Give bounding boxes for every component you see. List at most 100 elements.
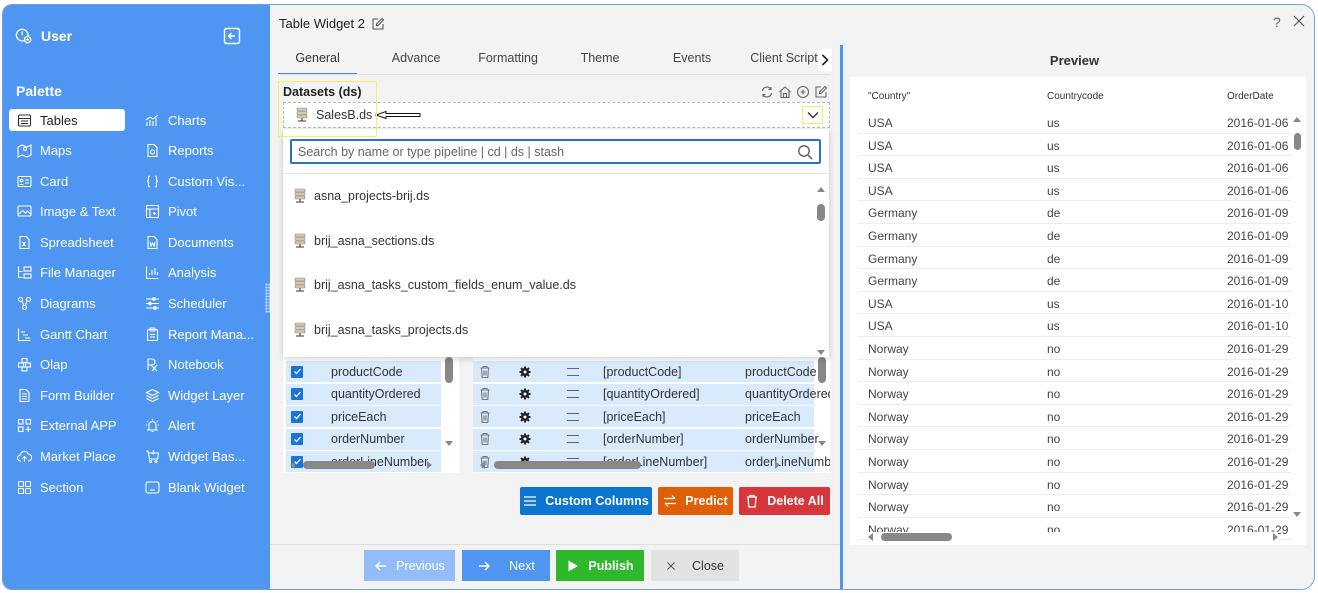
column-header[interactable]: Countrycode	[1047, 91, 1104, 102]
tabs-scroll-right-button[interactable]	[818, 49, 832, 71]
scroll-up-icon[interactable]	[1293, 117, 1301, 122]
table-row[interactable]: Norway no 2016-01-29	[858, 495, 1291, 518]
tab-advance[interactable]: Advance	[370, 45, 462, 75]
sidebar-item-widget-layer[interactable]: Widget Layer	[137, 384, 263, 406]
columns-vscrollbar[interactable]	[817, 357, 827, 455]
collapse-sidebar-icon[interactable]	[223, 27, 241, 45]
scroll-right-icon[interactable]	[1273, 533, 1278, 541]
search-icon[interactable]	[797, 144, 813, 160]
trash-icon[interactable]	[479, 410, 491, 424]
custom-columns-button[interactable]: Custom Columns	[520, 487, 652, 515]
sidebar-item-notebook[interactable]: Notebook	[137, 354, 263, 376]
sidebar-item-reports[interactable]: Reports	[137, 140, 263, 162]
sidebar-item-scheduler[interactable]: Scheduler	[137, 293, 263, 315]
column-checkbox[interactable]	[291, 365, 303, 378]
dataset-search-input[interactable]	[292, 144, 797, 159]
dropdown-scrollbar[interactable]	[816, 187, 826, 355]
column-checkbox[interactable]	[291, 433, 303, 445]
sidebar-item-tables[interactable]: Tables	[9, 109, 125, 131]
table-row[interactable]: USA us 2016-01-06	[858, 134, 1291, 157]
gear-icon[interactable]	[519, 388, 531, 400]
sidebar-item-section[interactable]: Section	[9, 476, 137, 498]
delete-all-button[interactable]: Delete All	[739, 487, 830, 515]
table-row[interactable]: Norway no 2016-01-29	[858, 427, 1291, 450]
help-button[interactable]: ?	[1273, 14, 1281, 30]
sidebar-item-file-manager[interactable]: File Manager	[9, 262, 137, 284]
predict-button[interactable]: Predict	[658, 487, 733, 515]
column-list-item[interactable]: quantityOrdered	[286, 383, 441, 405]
publish-button[interactable]: Publish	[556, 550, 644, 581]
sidebar-item-form-builder[interactable]: Form Builder	[9, 384, 137, 406]
scroll-left-icon[interactable]	[290, 461, 295, 469]
sidebar-item-market-place[interactable]: Market Place	[9, 446, 137, 468]
table-row[interactable]: USA us 2016-01-06	[858, 111, 1291, 134]
close-dialog-icon[interactable]	[1293, 15, 1305, 27]
dataset-select[interactable]: SalesB.ds	[283, 102, 830, 128]
scroll-thumb[interactable]	[881, 533, 952, 541]
sidebar-item-documents[interactable]: Documents	[137, 231, 263, 253]
column-expression[interactable]: [orderNumber]	[603, 432, 684, 446]
sidebar-item-analysis[interactable]: Analysis	[137, 262, 263, 284]
scroll-thumb[interactable]	[1294, 133, 1301, 150]
sidebar-item-external-app[interactable]: External APP	[9, 415, 137, 437]
column-checkbox[interactable]	[291, 410, 303, 423]
dataset-option[interactable]: brij_asna_tasks_custom_fields_enum_value…	[283, 263, 813, 308]
scroll-down-icon[interactable]	[817, 350, 825, 355]
scroll-right-icon[interactable]	[775, 461, 780, 469]
scroll-thumb[interactable]	[445, 357, 453, 383]
scroll-down-icon[interactable]	[818, 441, 826, 446]
table-row[interactable]: Norway no 2016-01-29	[858, 473, 1291, 496]
tab-client-script[interactable]: Client Script	[738, 45, 830, 75]
scroll-left-icon[interactable]	[480, 461, 485, 469]
column-alias[interactable]: priceEach	[745, 410, 801, 424]
edit-title-icon[interactable]	[371, 17, 385, 31]
tab-events[interactable]: Events	[646, 45, 738, 75]
sidebar-item-widget-bas[interactable]: Widget Bas...	[137, 446, 263, 468]
gear-icon[interactable]	[519, 366, 531, 378]
column-expression[interactable]: [priceEach]	[603, 410, 666, 424]
sidebar-item-blank-widget[interactable]: Blank Widget	[137, 476, 263, 498]
scroll-left-icon[interactable]	[868, 533, 873, 541]
tab-general[interactable]: General	[278, 45, 358, 75]
add-circle-icon[interactable]	[796, 85, 810, 99]
dataset-option[interactable]: brij_asna_sections.ds	[283, 219, 813, 264]
columns-vscrollbar[interactable]	[444, 357, 454, 455]
sidebar-item-card[interactable]: Card	[9, 170, 137, 192]
next-button[interactable]: Next	[462, 550, 550, 581]
close-button[interactable]: Close	[651, 550, 739, 581]
table-row[interactable]: Germany de 2016-01-09	[858, 201, 1291, 224]
previous-button[interactable]: Previous	[364, 550, 455, 581]
sidebar-item-pivot[interactable]: Pivot	[137, 201, 263, 223]
column-list-item[interactable]: orderNumber	[286, 428, 441, 450]
sidebar-item-alert[interactable]: Alert	[137, 415, 263, 437]
table-row[interactable]: Norway no 2016-01-29	[858, 382, 1291, 405]
sidebar-item-gantt-chart[interactable]: Gantt Chart	[9, 323, 137, 345]
sidebar-item-charts[interactable]: Charts	[137, 109, 263, 131]
trash-icon[interactable]	[479, 365, 491, 379]
table-row[interactable]: Norway no 2016-01-29	[858, 450, 1291, 473]
table-row[interactable]: USA us 2016-01-06	[858, 156, 1291, 179]
dataset-option[interactable]: asna_projects-brij.ds	[283, 174, 813, 219]
sidebar-item-report-mana[interactable]: Report Mana...	[137, 323, 263, 345]
sidebar-item-image-text[interactable]: Image & Text	[9, 201, 137, 223]
column-checkbox[interactable]	[291, 388, 303, 400]
gear-icon[interactable]	[519, 411, 531, 423]
user-menu[interactable]: User	[15, 27, 72, 45]
table-row[interactable]: USA us 2016-01-06	[858, 179, 1291, 202]
column-expression[interactable]: [quantityOrdered]	[603, 387, 700, 401]
tab-theme[interactable]: Theme	[554, 45, 646, 75]
column-header[interactable]: "Country"	[868, 91, 910, 102]
table-row[interactable]: Norway no 2016-01-29	[858, 405, 1291, 428]
gear-icon[interactable]	[519, 433, 531, 445]
sidebar-item-custom-vis[interactable]: Custom Vis...	[137, 170, 263, 192]
table-row[interactable]: Germany de 2016-01-09	[858, 224, 1291, 247]
edit-dataset-icon[interactable]	[814, 85, 828, 99]
trash-icon[interactable]	[479, 387, 491, 401]
scroll-thumb[interactable]	[303, 461, 375, 469]
column-header[interactable]: OrderDate	[1227, 91, 1274, 102]
table-row[interactable]: Germany de 2016-01-09	[858, 247, 1291, 270]
dataset-dropdown-toggle[interactable]	[802, 106, 823, 124]
column-list-item[interactable]: priceEach	[286, 406, 441, 427]
table-row[interactable]: Norway no 2016-01-29	[858, 337, 1291, 360]
tab-formatting[interactable]: Formatting	[462, 45, 554, 75]
